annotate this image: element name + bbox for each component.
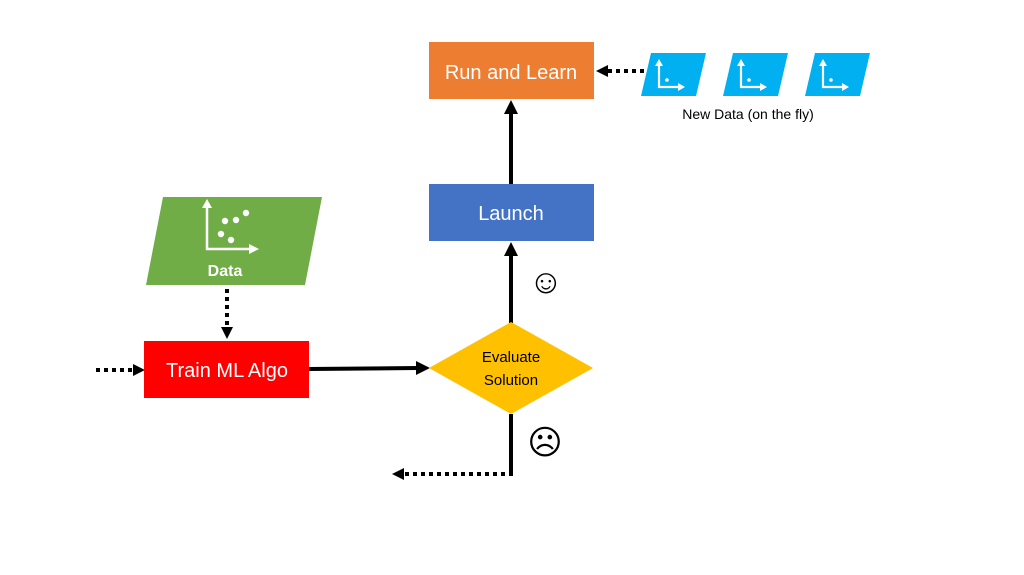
frown-icon: ☹ xyxy=(527,424,562,462)
arrowhead xyxy=(596,65,608,77)
evaluate-label-line1: Evaluate xyxy=(482,349,540,366)
data-node: Data xyxy=(146,197,322,285)
new-data-item xyxy=(805,53,870,96)
edge-train-to-evaluate xyxy=(308,366,419,371)
evaluate-label-line2: Solution xyxy=(484,372,538,389)
arrowhead xyxy=(504,100,518,114)
new-data-label: New Data (on the fly) xyxy=(682,106,814,122)
new-data-group: New Data (on the fly) xyxy=(641,53,870,122)
train-node: Train ML Algo xyxy=(144,341,309,398)
arrowhead xyxy=(504,242,518,256)
run-and-learn-node: Run and Learn xyxy=(429,42,594,99)
run-and-learn-label: Run and Learn xyxy=(445,62,577,84)
launch-label: Launch xyxy=(478,203,544,225)
arrowhead xyxy=(392,468,404,480)
ml-workflow-diagram: Run and Learn New Data (on the fly) Laun… xyxy=(96,42,870,480)
new-data-item xyxy=(641,53,706,96)
launch-node: Launch xyxy=(429,184,594,241)
arrowhead xyxy=(133,364,145,376)
new-data-item xyxy=(723,53,788,96)
evaluate-node: Evaluate Solution xyxy=(429,322,593,414)
arrowhead xyxy=(221,327,233,339)
edge-evaluate-failure xyxy=(406,414,513,476)
arrowhead xyxy=(416,361,430,375)
data-label: Data xyxy=(208,263,243,280)
smiley-icon: ☺ xyxy=(529,263,564,301)
train-label: Train ML Algo xyxy=(166,360,288,382)
